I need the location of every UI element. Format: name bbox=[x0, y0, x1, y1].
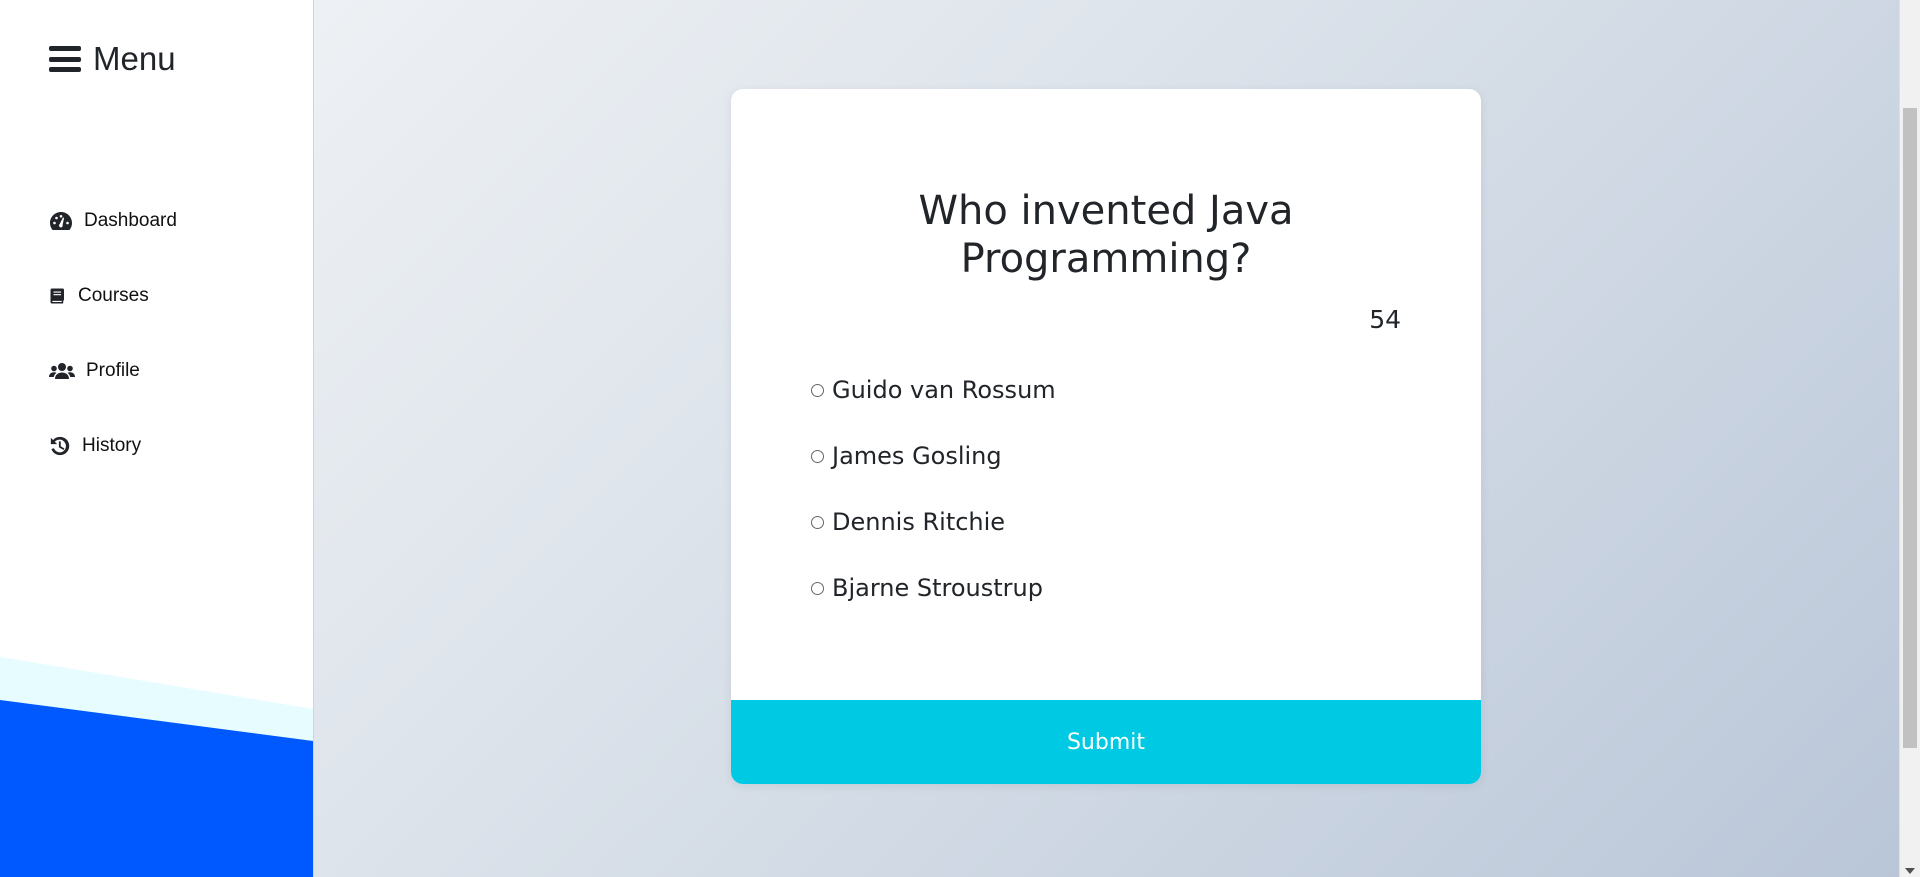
sidebar-item-label: History bbox=[82, 434, 142, 456]
answer-option-label: Guido van Rossum bbox=[832, 376, 1056, 404]
answer-option[interactable]: Bjarne Stroustrup bbox=[811, 555, 1056, 621]
submit-button[interactable]: Submit bbox=[731, 700, 1481, 784]
answer-option-label: James Gosling bbox=[832, 442, 1002, 470]
history-icon bbox=[50, 436, 70, 455]
sidebar-item-label: Profile bbox=[86, 359, 140, 381]
question-title: Who invented Java Programming? bbox=[918, 188, 1294, 282]
radio-button[interactable] bbox=[811, 581, 824, 595]
radio-button[interactable] bbox=[811, 383, 824, 397]
sidebar-decoration bbox=[0, 657, 313, 877]
answer-options: Guido van Rossum James Gosling Dennis Ri… bbox=[811, 357, 1056, 621]
countdown-timer: 54 bbox=[1369, 305, 1401, 334]
sidebar-item-courses[interactable]: Courses bbox=[49, 258, 177, 333]
sidebar-item-dashboard[interactable]: Dashboard bbox=[49, 183, 177, 258]
menu-title: Menu bbox=[93, 40, 176, 77]
page: Menu Dashboard Courses Profile History W… bbox=[0, 0, 1920, 877]
users-icon bbox=[49, 362, 75, 379]
answer-option[interactable]: James Gosling bbox=[811, 423, 1056, 489]
answer-option[interactable]: Dennis Ritchie bbox=[811, 489, 1056, 555]
book-icon bbox=[50, 288, 64, 303]
sidebar-nav: Dashboard Courses Profile History bbox=[49, 183, 177, 483]
menu-header[interactable]: Menu bbox=[49, 40, 176, 78]
sidebar-item-label: Courses bbox=[78, 284, 149, 306]
sidebar: Menu Dashboard Courses Profile History bbox=[0, 0, 314, 877]
sidebar-item-label: Dashboard bbox=[84, 209, 177, 231]
radio-button[interactable] bbox=[811, 449, 824, 463]
answer-option-label: Bjarne Stroustrup bbox=[832, 574, 1043, 602]
scroll-down-arrow-icon[interactable] bbox=[1905, 868, 1915, 874]
hamburger-menu-icon[interactable] bbox=[49, 46, 81, 72]
sidebar-item-history[interactable]: History bbox=[49, 408, 177, 483]
tachometer-icon bbox=[50, 211, 72, 230]
radio-button[interactable] bbox=[811, 515, 824, 529]
answer-option[interactable]: Guido van Rossum bbox=[811, 357, 1056, 423]
vertical-scrollbar[interactable] bbox=[1899, 0, 1920, 877]
scrollbar-thumb[interactable] bbox=[1903, 108, 1917, 748]
answer-option-label: Dennis Ritchie bbox=[832, 508, 1006, 536]
sidebar-item-profile[interactable]: Profile bbox=[49, 333, 177, 408]
quiz-card: Who invented Java Programming? 54 Guido … bbox=[731, 89, 1481, 784]
